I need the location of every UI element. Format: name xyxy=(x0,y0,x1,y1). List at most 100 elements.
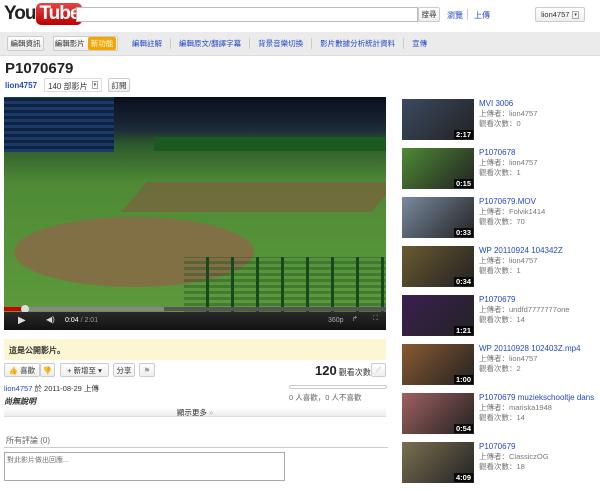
related-video-title[interactable]: P1070679.MOV xyxy=(479,197,545,207)
share-button[interactable]: 分享 xyxy=(113,363,135,377)
video-count-label: 140 部影片 xyxy=(48,82,88,91)
edit-captions-link[interactable]: 編輯原文/翻譯字幕 xyxy=(170,38,249,49)
upload-link[interactable]: 上傳 xyxy=(474,10,490,21)
progress-bar[interactable] xyxy=(4,305,386,313)
view-count-label: 觀看次數 xyxy=(338,368,371,377)
channel-link[interactable]: lion4757 xyxy=(5,81,37,90)
thumbs-down-icon: 👎 xyxy=(42,365,53,375)
video-thumbnail[interactable]: 4:09 xyxy=(402,442,474,483)
thumbs-up-icon: 👍 xyxy=(8,365,19,375)
chevron-down-icon: ▾ xyxy=(98,365,102,375)
chevron-down-icon: ▾ xyxy=(572,10,579,19)
related-video-title[interactable]: WP 20110928 102403Z.mp4 xyxy=(479,344,581,354)
promote-link[interactable]: 宣傳 xyxy=(403,38,435,49)
subscribe-button[interactable]: 訂閱 xyxy=(108,78,130,92)
like-button[interactable]: 👍 喜歡 xyxy=(4,363,40,377)
video-thumbnail[interactable]: 1:21 xyxy=(402,295,474,336)
related-uploader: 上傳者：lion4757 xyxy=(479,158,538,167)
flag-icon: ⚑ xyxy=(143,365,151,375)
related-video-item[interactable]: 0:54 P1070679 muziekschooltje dans 上傳者：ma… xyxy=(402,393,600,442)
comment-input[interactable] xyxy=(4,452,285,481)
related-uploader: 上傳者：lion4757 xyxy=(479,109,538,118)
related-views: 觀看次數：1 xyxy=(479,266,521,275)
related-videos: 2:17 MVI 3006 上傳者：lion4757 觀看次數：0 0:15 P107… xyxy=(402,99,600,491)
related-uploader: 上傳者：undfd7777777one xyxy=(479,305,570,314)
related-views: 觀看次數：0 xyxy=(479,119,521,128)
duration-badge: 0:54 xyxy=(453,424,473,433)
related-video-title[interactable]: P1070679 xyxy=(479,442,549,452)
related-video-item[interactable]: 4:09 P1070679 上傳者：ClassiczOG 觀看次數：18 xyxy=(402,442,600,491)
comments-label: 所有評論 xyxy=(6,436,38,445)
likes-summary: 0 人喜歡，0 人不喜歡 xyxy=(289,393,362,402)
related-video-item[interactable]: 0:15 P1070678 上傳者：lion4757 觀看次數：1 xyxy=(402,148,600,197)
related-uploader: 上傳者：ClassiczOG xyxy=(479,452,549,461)
video-thumbnail[interactable]: 0:34 xyxy=(402,246,474,287)
audio-swap-link[interactable]: 背景音樂切換 xyxy=(249,38,311,49)
video-frame xyxy=(4,97,386,312)
browse-link[interactable]: 瀏覽 xyxy=(447,10,463,21)
like-label: 喜歡 xyxy=(20,365,36,375)
video-count[interactable]: 140 部影片 ▾ xyxy=(44,78,103,92)
edit-video-label: 編輯影片 xyxy=(54,39,85,48)
add-to-label: 新增至 xyxy=(73,365,97,375)
youtube-logo[interactable]: You Tube xyxy=(4,3,83,25)
related-video-item[interactable]: 0:33 P1070679.MOV 上傳者：Folvik1414 觀看次數：70 xyxy=(402,197,600,246)
username: lion4757 xyxy=(541,10,570,19)
edit-video-button[interactable]: 編輯影片 新功能 xyxy=(53,36,118,51)
duration-badge: 0:33 xyxy=(453,228,473,237)
divider xyxy=(4,447,388,448)
uploader-link[interactable]: lion4757 xyxy=(4,384,32,393)
quality-button[interactable]: 360p xyxy=(328,317,344,324)
show-more-button[interactable]: 顯示更多 » xyxy=(4,407,386,417)
dislike-button[interactable]: 👎 xyxy=(40,363,55,377)
user-menu[interactable]: lion4757 ▾ xyxy=(535,7,585,22)
fullscreen-icon[interactable]: ⛶ xyxy=(373,315,378,323)
related-video-title[interactable]: P1070679 xyxy=(479,295,569,305)
new-badge: 新功能 xyxy=(87,37,117,50)
related-views: 觀看次數：14 xyxy=(479,315,525,324)
related-video-item[interactable]: 2:17 MVI 3006 上傳者：lion4757 觀看次數：0 xyxy=(402,99,600,148)
related-video-item[interactable]: 1:21 P1070679 上傳者：undfd7777777one 觀看次數：14 xyxy=(402,295,600,344)
related-video-item[interactable]: 0:34 WP 20110924 104342Z 上傳者：lion4757 觀看次數… xyxy=(402,246,600,295)
divider xyxy=(467,9,468,20)
duration-badge: 2:17 xyxy=(453,130,473,139)
related-uploader: 上傳者：lion4757 xyxy=(479,256,538,265)
related-video-title[interactable]: WP 20110924 104342Z xyxy=(479,246,563,256)
search-input[interactable] xyxy=(76,7,418,22)
related-uploader: 上傳者：lion4757 xyxy=(479,354,538,363)
toolbar-links: 編輯註解 編輯原文/翻譯字幕 背景音樂切換 影片數據分析統計資料 宣傳 xyxy=(124,38,435,49)
add-to-button[interactable]: + 新增至 ▾ xyxy=(60,363,109,377)
view-count: 120 觀看次數 xyxy=(315,363,371,378)
volume-icon[interactable]: ◀) xyxy=(46,315,55,324)
view-count-number: 120 xyxy=(315,363,337,378)
play-icon[interactable]: ▶ xyxy=(18,315,26,326)
video-thumbnail[interactable]: 0:15 xyxy=(402,148,474,189)
related-video-title[interactable]: P1070679 muziekschooltje dans xyxy=(479,393,594,403)
related-video-title[interactable]: P1070678 xyxy=(479,148,537,158)
edit-annotations-link[interactable]: 編輯註解 xyxy=(124,38,170,49)
upload-date: 於 2011-08-29 上傳 xyxy=(34,384,99,393)
duration-badge: 1:00 xyxy=(453,375,473,384)
description: 尚無說明 xyxy=(4,397,36,406)
edit-info-button[interactable]: 編輯資訊 xyxy=(7,36,44,51)
video-thumbnail[interactable]: 1:00 xyxy=(402,344,474,385)
duration-badge: 1:21 xyxy=(453,326,473,335)
video-thumbnail[interactable]: 0:33 xyxy=(402,197,474,238)
video-player[interactable]: ▶ ◀) 0:04 / 2:01 360p ↱ ⛶ xyxy=(4,97,386,330)
stats-button[interactable]: ⟋ xyxy=(371,363,386,377)
video-thumbnail[interactable]: 0:54 xyxy=(402,393,474,434)
chevron-down-icon: » xyxy=(208,408,214,417)
insight-link[interactable]: 影片數據分析統計資料 xyxy=(311,38,403,49)
popout-icon[interactable]: ↱ xyxy=(352,315,358,323)
related-video-item[interactable]: 1:00 WP 20110928 102403Z.mp4 上傳者：lion4757… xyxy=(402,344,600,393)
current-time: 0:04 xyxy=(65,317,79,324)
related-views: 觀看次數：1 xyxy=(479,168,521,177)
player-controls: ▶ ◀) 0:04 / 2:01 360p ↱ ⛶ xyxy=(4,312,386,330)
comments-count: (0) xyxy=(40,436,51,445)
search-button[interactable]: 搜尋 xyxy=(418,7,440,22)
like-ratio-bar xyxy=(289,385,387,389)
duration-badge: 4:09 xyxy=(453,473,473,482)
video-thumbnail[interactable]: 2:17 xyxy=(402,99,474,140)
flag-button[interactable]: ⚑ xyxy=(139,363,155,377)
related-video-title[interactable]: MVI 3006 xyxy=(479,99,537,109)
